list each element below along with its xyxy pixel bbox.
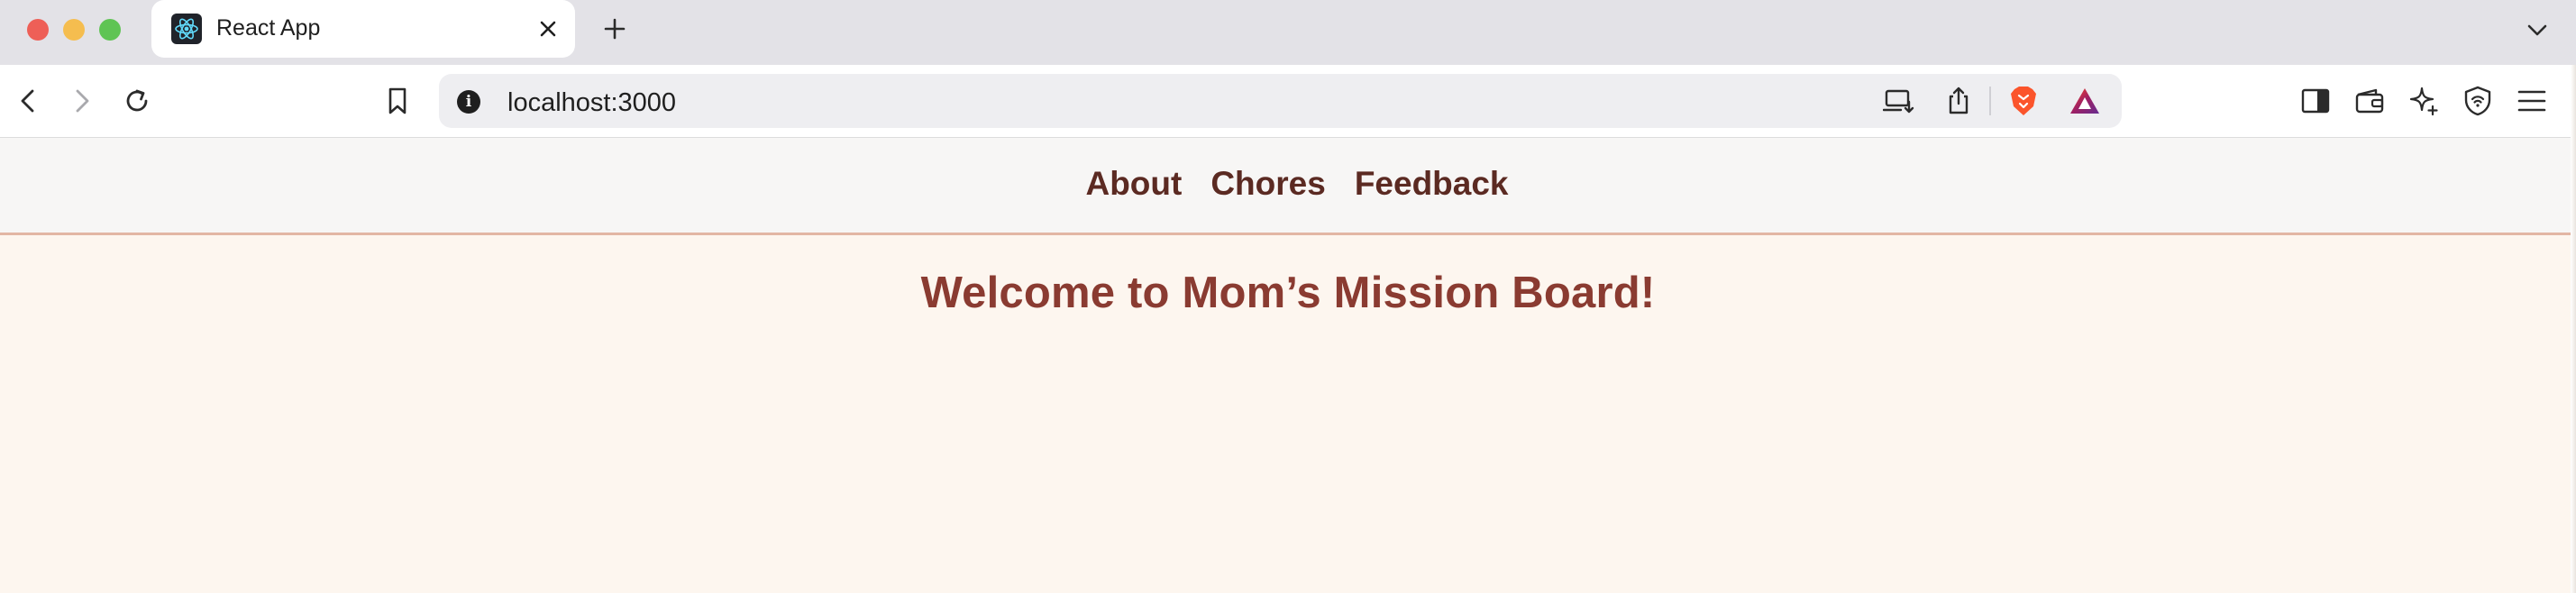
share-icon[interactable] bbox=[1939, 81, 1978, 121]
reload-icon[interactable] bbox=[117, 81, 157, 121]
toolbar-divider bbox=[1989, 87, 1991, 115]
install-app-icon[interactable] bbox=[1879, 81, 1919, 121]
chevron-down-icon[interactable] bbox=[2524, 16, 2551, 43]
leo-ai-icon[interactable] bbox=[2404, 81, 2444, 121]
minimize-window-button[interactable] bbox=[63, 19, 85, 41]
browser-tab[interactable]: React App bbox=[151, 0, 575, 58]
tab-title: React App bbox=[216, 15, 321, 41]
brave-shields-icon[interactable] bbox=[2004, 81, 2043, 121]
vpn-icon[interactable] bbox=[2458, 81, 2498, 121]
window-edge bbox=[2571, 65, 2576, 593]
nav-link-feedback[interactable]: Feedback bbox=[1355, 165, 1509, 203]
back-icon[interactable] bbox=[9, 81, 49, 121]
wallet-icon[interactable] bbox=[2350, 81, 2389, 121]
menu-icon[interactable] bbox=[2512, 81, 2552, 121]
site-info-icon[interactable]: i bbox=[457, 90, 480, 114]
close-window-button[interactable] bbox=[27, 19, 49, 41]
address-bar[interactable]: i localhost:3000 bbox=[439, 74, 2122, 128]
nav-link-chores[interactable]: Chores bbox=[1210, 165, 1325, 203]
tab-strip: React App bbox=[0, 0, 2576, 65]
nav-links: About Chores Feedback bbox=[1085, 165, 1508, 203]
react-logo-icon bbox=[171, 14, 202, 44]
page-viewport: About Chores Feedback Welcome to Mom’s M… bbox=[0, 138, 2576, 593]
nav-link-about[interactable]: About bbox=[1085, 165, 1182, 203]
page-title: Welcome to Mom’s Mission Board! bbox=[920, 269, 1656, 317]
sidebar-icon[interactable] bbox=[2296, 81, 2335, 121]
close-tab-icon[interactable] bbox=[534, 14, 562, 43]
brave-rewards-icon[interactable] bbox=[2065, 81, 2105, 121]
zoom-window-button[interactable] bbox=[99, 19, 121, 41]
forward-icon[interactable] bbox=[61, 81, 101, 121]
new-tab-icon[interactable] bbox=[598, 13, 631, 45]
bookmark-icon[interactable] bbox=[378, 81, 417, 121]
url-text[interactable]: localhost:3000 bbox=[507, 88, 676, 118]
browser-toolbar: i localhost:3000 bbox=[0, 65, 2576, 138]
app-navbar: About Chores Feedback bbox=[0, 138, 2576, 235]
